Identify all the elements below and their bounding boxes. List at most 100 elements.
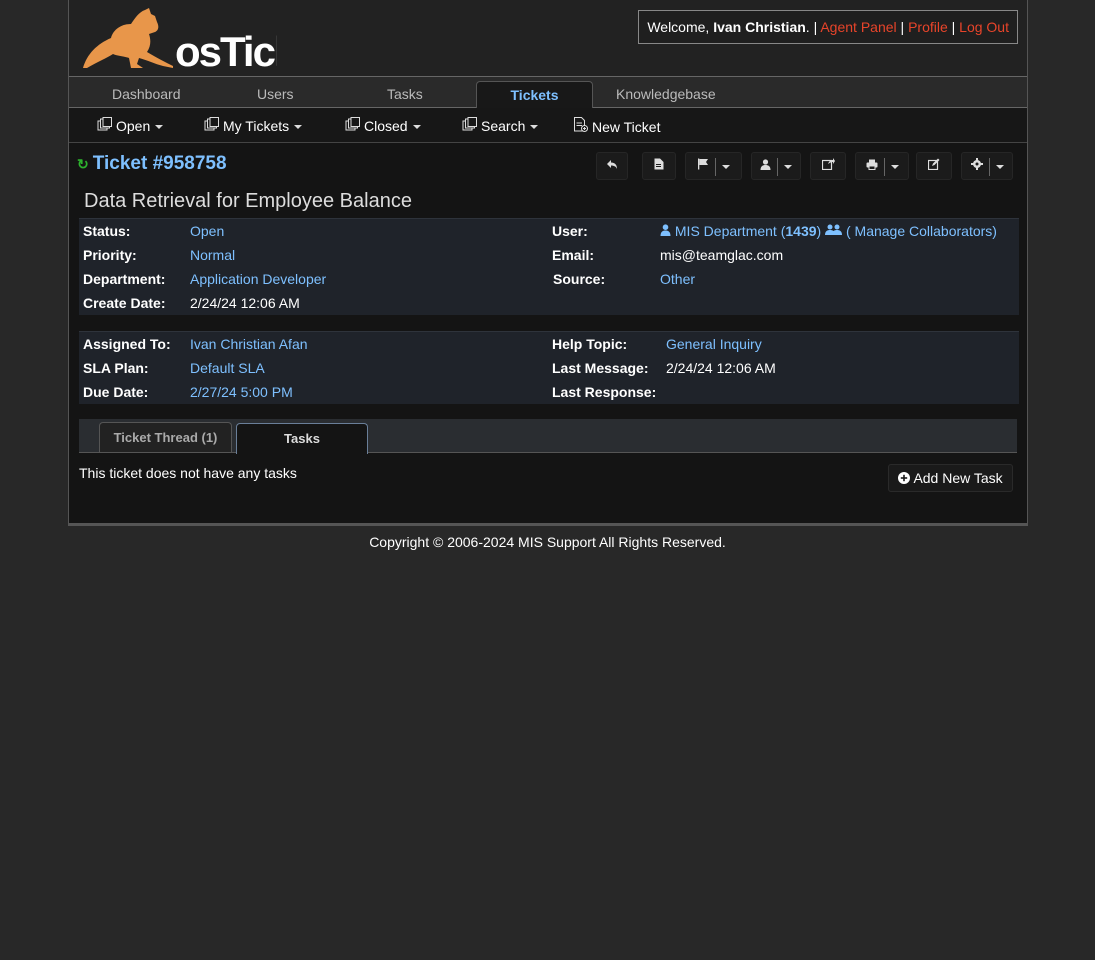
footer-copyright: Copyright © 2006-2024 MIS Support All Ri…	[369, 534, 726, 550]
email-label: Email:	[552, 247, 595, 263]
print-icon	[866, 159, 878, 173]
subnav-open-label: Open	[116, 118, 151, 134]
chevron-down-icon	[784, 164, 792, 169]
due-date-label: Due Date:	[83, 384, 149, 400]
source-label: Source:	[553, 271, 606, 287]
nav-tab-users[interactable]: Users	[257, 85, 294, 103]
status-label: Status:	[83, 223, 131, 239]
assigned-to-label: Assigned To:	[83, 336, 171, 352]
priority-value[interactable]: Normal	[190, 243, 235, 267]
user-value[interactable]: MIS Department (1439) ( Manage Collabora…	[660, 219, 997, 243]
subnav-search-label: Search	[481, 118, 526, 134]
agent-panel-link[interactable]: Agent Panel	[820, 19, 896, 35]
due-date-value[interactable]: 2/27/24 5:00 PM	[190, 380, 293, 404]
note-icon	[654, 158, 664, 173]
ticket-assignment-block: Assigned To: Ivan Christian Afan SLA Pla…	[79, 331, 1019, 404]
chevron-down-icon	[722, 164, 730, 169]
ticket-number[interactable]: Ticket #958758	[93, 153, 227, 174]
subnav-open[interactable]: Open	[97, 117, 164, 135]
nav-tab-tasks[interactable]: Tasks	[387, 85, 423, 103]
add-new-task-button[interactable]: Add New Task	[888, 464, 1013, 492]
user-box: Welcome, Ivan Christian. | Agent Panel |…	[638, 10, 1018, 44]
refresh-icon[interactable]: ↻	[77, 156, 89, 172]
ticket-tabs: Ticket Thread (1) Tasks	[79, 419, 1017, 454]
edit-button[interactable]	[916, 152, 952, 180]
no-tasks-message: This ticket does not have any tasks	[79, 465, 297, 481]
settings-icon	[970, 158, 983, 173]
assign-icon	[760, 159, 771, 173]
add-new-task-label: Add New Task	[913, 470, 1003, 486]
create-date-label: Create Date:	[83, 295, 166, 311]
create-date-value: 2/24/24 12:06 AM	[190, 295, 300, 311]
flag-icon	[697, 158, 709, 173]
transfer-button[interactable]	[810, 152, 846, 180]
queue-icon	[97, 117, 112, 135]
subnav-new-ticket[interactable]: New Ticket	[573, 117, 660, 136]
ticket-info-block: Status: Open Priority: Normal Department…	[79, 218, 1019, 315]
settings-dropdown-button[interactable]	[961, 152, 1013, 180]
sla-plan-label: SLA Plan:	[83, 360, 149, 376]
chevron-down-icon	[890, 164, 899, 169]
welcome-prefix: Welcome,	[647, 19, 714, 35]
user-close-paren: )	[816, 223, 822, 239]
email-value: mis@teamglac.com	[660, 247, 784, 263]
assigned-to-value[interactable]: Ivan Christian Afan	[190, 332, 308, 356]
help-topic-value[interactable]: General Inquiry	[666, 332, 762, 356]
subnav-closed-label: Closed	[364, 118, 408, 134]
user-label: User:	[552, 223, 588, 239]
nav-tab-tickets[interactable]: Tickets	[476, 81, 593, 108]
separator: |	[896, 19, 909, 35]
tab-tasks[interactable]: Tasks	[236, 423, 368, 454]
plus-circle-icon	[898, 470, 911, 486]
user-ticket-count: 1439	[785, 223, 817, 239]
status-value[interactable]: Open	[190, 219, 224, 243]
print-dropdown-button[interactable]	[855, 152, 909, 180]
user-name-link: MIS Department (	[674, 223, 786, 239]
post-note-button[interactable]	[642, 152, 676, 180]
chevron-down-icon	[294, 125, 303, 130]
welcome-suffix: . |	[805, 19, 821, 35]
nav-tab-knowledgebase[interactable]: Knowledgebase	[616, 85, 716, 103]
new-ticket-icon	[573, 117, 588, 136]
last-response-label: Last Response:	[552, 384, 657, 400]
profile-link[interactable]: Profile	[908, 19, 948, 35]
manage-collaborators-link[interactable]: ( Manage Collaborators)	[846, 223, 997, 239]
department-label: Department:	[83, 271, 166, 287]
user-icon	[660, 223, 671, 239]
queue-icon	[204, 117, 219, 135]
edit-icon	[927, 158, 940, 173]
last-message-label: Last Message:	[552, 360, 649, 376]
logout-link[interactable]: Log Out	[959, 19, 1009, 35]
separator: |	[947, 19, 960, 35]
header: osTicket Welcome, Ivan Christian. | Agen…	[69, 0, 1027, 76]
osticket-logo[interactable]: osTicket	[77, 4, 277, 72]
subnav-closed[interactable]: Closed	[345, 117, 421, 135]
chevron-down-icon	[412, 125, 421, 130]
tab-ticket-thread[interactable]: Ticket Thread (1)	[99, 422, 232, 452]
ticket-subject: Data Retrieval for Employee Balance	[84, 190, 412, 212]
sla-plan-value[interactable]: Default SLA	[190, 356, 265, 380]
chevron-down-icon	[995, 164, 1004, 169]
svg-text:osTicket: osTicket	[175, 28, 277, 72]
user-name: Ivan Christian	[713, 19, 806, 35]
help-topic-label: Help Topic:	[552, 336, 628, 352]
reply-button[interactable]	[596, 152, 628, 180]
reply-icon	[606, 159, 618, 173]
transfer-icon	[821, 158, 835, 173]
ticket-title: ↻ Ticket #958758	[77, 152, 227, 176]
assign-dropdown-button[interactable]	[751, 152, 801, 180]
source-value[interactable]: Other	[660, 267, 695, 291]
sub-nav: Open My Tickets Closed Search New Ticket	[69, 108, 1027, 143]
flag-dropdown-button[interactable]	[685, 152, 742, 180]
subnav-my-tickets[interactable]: My Tickets	[204, 117, 303, 135]
queue-icon	[462, 117, 477, 135]
department-value[interactable]: Application Developer	[190, 267, 326, 291]
main-nav: Dashboard Users Tasks Tickets Knowledgeb…	[69, 76, 1027, 108]
last-message-value: 2/24/24 12:06 AM	[666, 360, 776, 376]
chevron-down-icon	[530, 125, 539, 130]
subnav-search[interactable]: Search	[462, 117, 539, 135]
chevron-down-icon	[155, 125, 164, 130]
nav-tab-dashboard[interactable]: Dashboard	[112, 85, 181, 103]
collaborators-icon	[825, 223, 843, 239]
priority-label: Priority:	[83, 247, 137, 263]
